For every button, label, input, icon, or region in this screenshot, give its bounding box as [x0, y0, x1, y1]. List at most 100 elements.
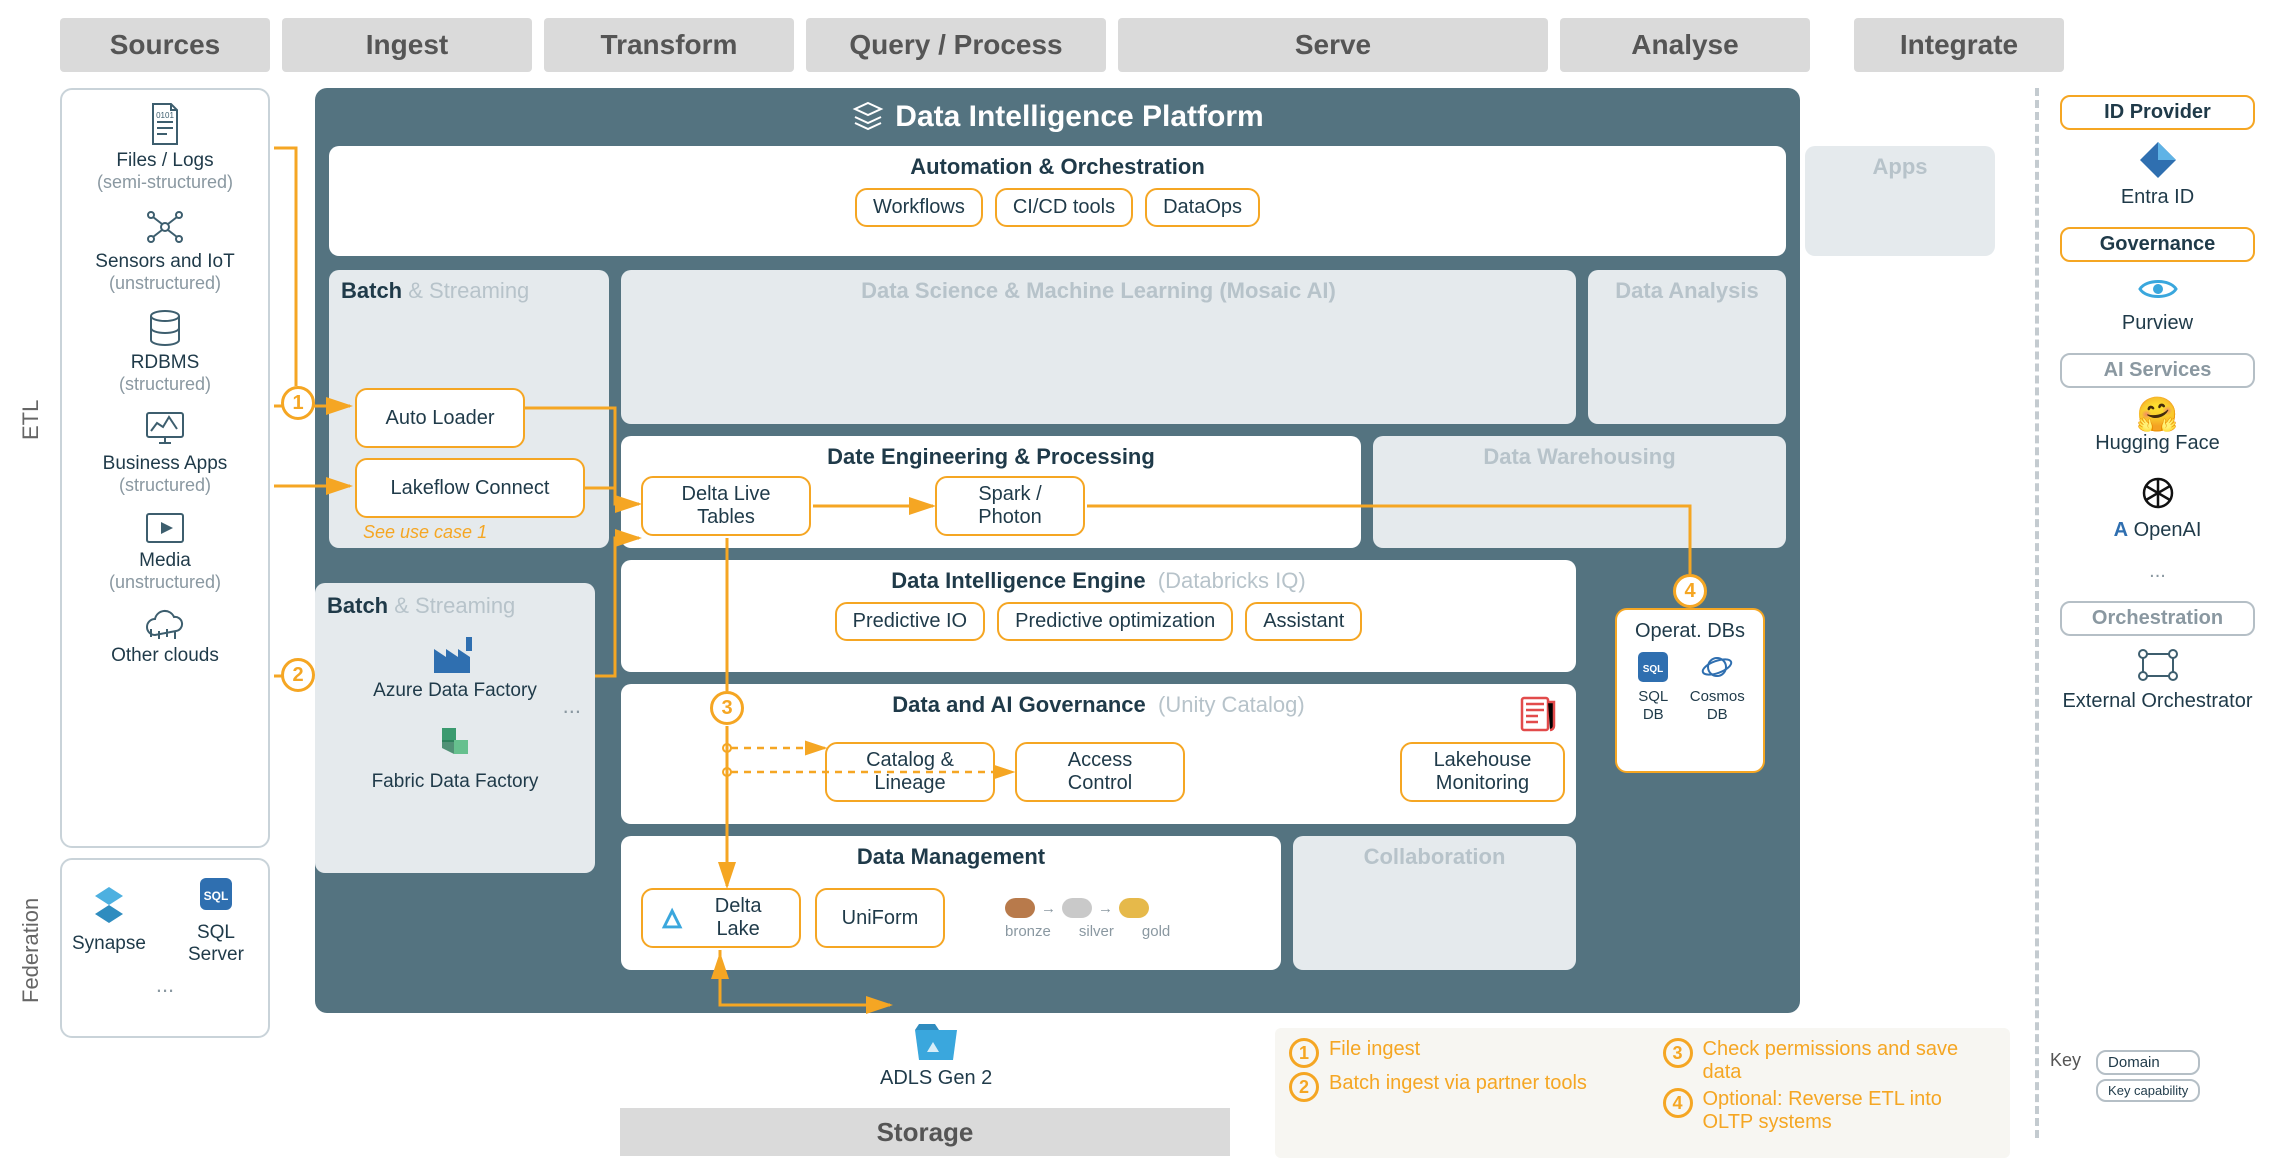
step-3: 3: [710, 691, 744, 725]
apps-label: Apps: [1805, 146, 1995, 180]
chip-access: Access Control: [1015, 742, 1185, 802]
chip-ai-services: AI Services: [2060, 353, 2255, 388]
source-title: RDBMS: [131, 352, 200, 373]
bs-b: & Streaming: [402, 278, 529, 303]
col-header-analyse: Analyse: [1560, 18, 1810, 72]
di-paren: (Databricks IQ): [1158, 568, 1306, 593]
synapse-icon: [87, 883, 131, 927]
key-label: Key: [2050, 1050, 2081, 1071]
newspaper-icon: [1516, 694, 1560, 734]
svg-text:0101: 0101: [156, 111, 174, 120]
bronze-label: bronze: [1005, 923, 1051, 940]
svg-text:SQL: SQL: [204, 889, 229, 903]
box-ext-ingest: Batch & Streaming Azure Data Factory ...…: [315, 583, 595, 873]
source-rdbms: RDBMS (structured): [72, 308, 258, 395]
box-automation: Automation & Orchestration Workflows CI/…: [329, 146, 1786, 256]
legend-box: 1File ingest 2Batch ingest via partner t…: [1275, 1028, 2010, 1158]
file-icon: 0101: [145, 102, 185, 146]
box-title-data-analysis: Data Analysis: [1588, 270, 1786, 304]
silver-icon: [1062, 898, 1092, 918]
chip-orchestration: Orchestration: [2060, 601, 2255, 636]
legend-step-4: 4: [1663, 1088, 1693, 1118]
source-bizapps: Business Apps (structured): [72, 409, 258, 496]
purview-label: Purview: [2060, 312, 2255, 335]
side-label-federation: Federation: [18, 870, 44, 1030]
fed-synapse: Synapse: [72, 883, 146, 955]
box-title-collab: Collaboration: [1293, 836, 1576, 870]
box-apps: Apps: [1805, 146, 1995, 256]
chip-governance: Governance: [2060, 227, 2255, 262]
legend-text-3: Check permissions and save data: [1703, 1038, 1997, 1084]
diagram-root: Sources Ingest Transform Query / Process…: [0, 0, 2269, 1165]
step-1: 1: [281, 386, 315, 420]
box-title-dsml: Data Science & Machine Learning (Mosaic …: [621, 270, 1576, 304]
column-headers-row: Sources Ingest Transform Query / Process…: [60, 18, 2249, 72]
legend-step-1: 1: [1289, 1038, 1319, 1068]
source-title: Sensors and IoT: [95, 251, 234, 272]
chip-dataops: DataOps: [1145, 188, 1260, 227]
bs-b2: & Streaming: [388, 593, 515, 618]
legend-step-2: 2: [1289, 1072, 1319, 1102]
chip-lakeflow: Lakeflow Connect: [355, 458, 585, 518]
sqlserver-icon: SQL: [194, 872, 238, 916]
sql-db-label: SQL DB: [1633, 688, 1674, 723]
sources-fed-box: Synapse SQL SQL Server ...: [60, 858, 270, 1038]
source-subtitle: (semi-structured): [72, 172, 258, 193]
key-capability: Key capability: [2096, 1079, 2200, 1102]
box-title-dm: Data Management: [621, 836, 1281, 870]
adls-label: ADLS Gen 2: [880, 1067, 992, 1090]
cosmos-label: Cosmos DB: [1688, 688, 1748, 723]
media-icon: [143, 510, 187, 546]
chip-autoloader: Auto Loader: [355, 388, 525, 448]
chip-workflows: Workflows: [855, 188, 983, 227]
source-subtitle: (structured): [72, 475, 258, 496]
source-subtitle: (structured): [72, 374, 258, 395]
box-dw: Data Warehousing: [1373, 436, 1786, 548]
fed-more: ...: [72, 972, 258, 998]
source-subtitle: (unstructured): [72, 273, 258, 294]
bs-a: Batch: [341, 278, 402, 303]
fdf-label: Fabric Data Factory: [327, 771, 583, 793]
int-ext-orch: External Orchestrator: [2060, 646, 2255, 713]
platform-title: Data Intelligence Platform: [315, 88, 1800, 144]
box-dsml: Data Science & Machine Learning (Mosaic …: [621, 270, 1576, 424]
source-sensors: Sensors and IoT (unstructured): [72, 207, 258, 294]
ext-orch-label: External Orchestrator: [2060, 690, 2255, 713]
adls-block: ADLS Gen 2: [880, 1020, 992, 1090]
sql-icon: SQL: [1636, 650, 1670, 684]
box-di-engine: Data Intelligence Engine (Databricks IQ)…: [621, 560, 1576, 672]
key-domain: Domain: [2096, 1050, 2200, 1075]
box-title-de: Date Engineering & Processing: [621, 436, 1361, 470]
source-files-logs: 0101 Files / Logs (semi-structured): [72, 102, 258, 193]
see-use-case: See use case 1: [363, 522, 487, 543]
col-header-integrate: Integrate: [1854, 18, 2064, 72]
chip-uniform: UniForm: [815, 888, 945, 948]
adf-label: Azure Data Factory: [327, 680, 583, 702]
legend-text-2: Batch ingest via partner tools: [1329, 1072, 1587, 1095]
gov-paren: (Unity Catalog): [1158, 692, 1305, 717]
cosmos-icon: [1700, 650, 1734, 684]
di-title: Data Intelligence Engine: [891, 568, 1145, 593]
bronze-icon: [1005, 898, 1035, 918]
bs-a2: Batch: [327, 593, 388, 618]
col-header-sources: Sources: [60, 18, 270, 72]
factory-icon: [430, 633, 480, 677]
integrate-divider: [2035, 88, 2039, 1138]
gov-title: Data and AI Governance: [892, 692, 1145, 717]
source-media: Media (unstructured): [72, 510, 258, 593]
col-header-ingest: Ingest: [282, 18, 532, 72]
chip-popt: Predictive optimization: [997, 602, 1233, 641]
sources-etl-box: 0101 Files / Logs (semi-structured) Sens…: [60, 88, 270, 848]
box-collab: Collaboration: [1293, 836, 1576, 970]
chip-catalog: Catalog & Lineage: [825, 742, 995, 802]
int-purview: Purview: [2060, 272, 2255, 335]
chip-lakehouse-mon: Lakehouse Monitoring: [1400, 742, 1565, 802]
col-header-query-process: Query / Process: [806, 18, 1106, 72]
entra-label: Entra ID: [2060, 186, 2255, 209]
ext-more: ...: [563, 693, 581, 719]
purview-icon: [2136, 272, 2180, 306]
iot-icon: [143, 207, 187, 247]
entra-icon: [2136, 140, 2180, 180]
svg-text:SQL: SQL: [1643, 664, 1664, 675]
gold-icon: [1119, 898, 1149, 918]
